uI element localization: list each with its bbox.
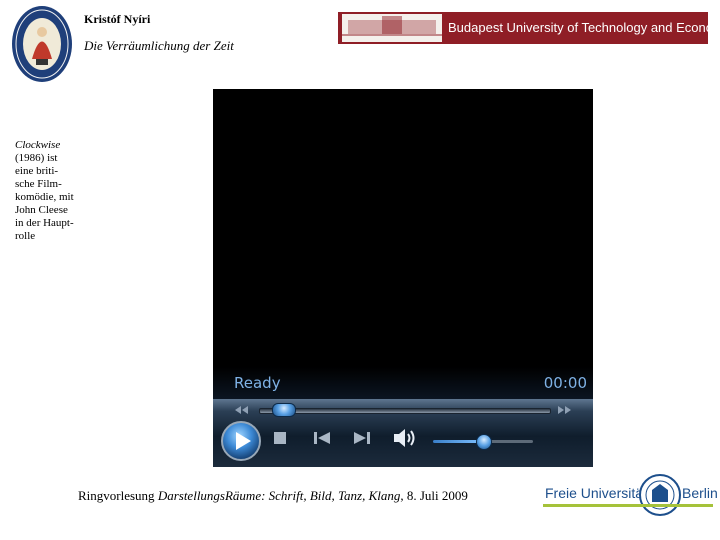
footer-series-title: DarstellungsRäume: Schrift, Bild, Tanz, … bbox=[157, 488, 401, 503]
time-display: 00:00 bbox=[543, 374, 587, 392]
volume-thumb[interactable] bbox=[476, 434, 492, 450]
film-title: Clockwise bbox=[15, 139, 61, 151]
next-icon[interactable] bbox=[353, 431, 371, 445]
bme-university-name: Budapest University of Technology and Ec… bbox=[448, 20, 708, 35]
fu-city: Berlin bbox=[682, 485, 718, 501]
bme-banner: Budapest University of Technology and Ec… bbox=[338, 12, 708, 44]
fu-seal-icon bbox=[639, 474, 681, 516]
previous-icon[interactable] bbox=[313, 431, 331, 445]
seek-thumb[interactable] bbox=[272, 403, 297, 417]
talk-title: Die Verräumlichung der Zeit bbox=[84, 38, 234, 53]
status-text: Ready bbox=[234, 374, 281, 392]
film-caption: Clockwise (1986) ist eine briti-sche Fil… bbox=[15, 139, 75, 243]
bme-building-icon bbox=[342, 14, 442, 42]
seek-bar[interactable] bbox=[259, 408, 551, 414]
author-name: Kristóf Nyíri bbox=[84, 12, 151, 26]
academy-seal-logo bbox=[10, 4, 74, 84]
footer-date: , 8. Juli 2009 bbox=[400, 488, 468, 503]
video-area[interactable] bbox=[213, 89, 593, 367]
fu-name: Freie Universität bbox=[545, 485, 647, 501]
footer-lecture-series: Ringvorlesung DarstellungsRäume: Schrift… bbox=[78, 488, 468, 504]
play-button[interactable] bbox=[221, 421, 261, 461]
fast-forward-icon[interactable] bbox=[557, 405, 573, 415]
status-bar: Ready 00:00 bbox=[213, 367, 593, 399]
media-player: Ready 00:00 bbox=[213, 89, 593, 467]
play-icon bbox=[236, 432, 251, 450]
rewind-icon[interactable] bbox=[233, 405, 249, 415]
stop-icon[interactable] bbox=[273, 431, 287, 445]
footer-prefix: Ringvorlesung bbox=[78, 488, 158, 503]
fu-berlin-logo: Freie Universität Berlin bbox=[543, 474, 718, 516]
fu-underline bbox=[543, 504, 713, 507]
control-bar bbox=[213, 399, 593, 467]
volume-icon[interactable] bbox=[393, 427, 417, 449]
film-caption-text: (1986) ist eine briti-sche Film-komödie,… bbox=[15, 152, 74, 242]
